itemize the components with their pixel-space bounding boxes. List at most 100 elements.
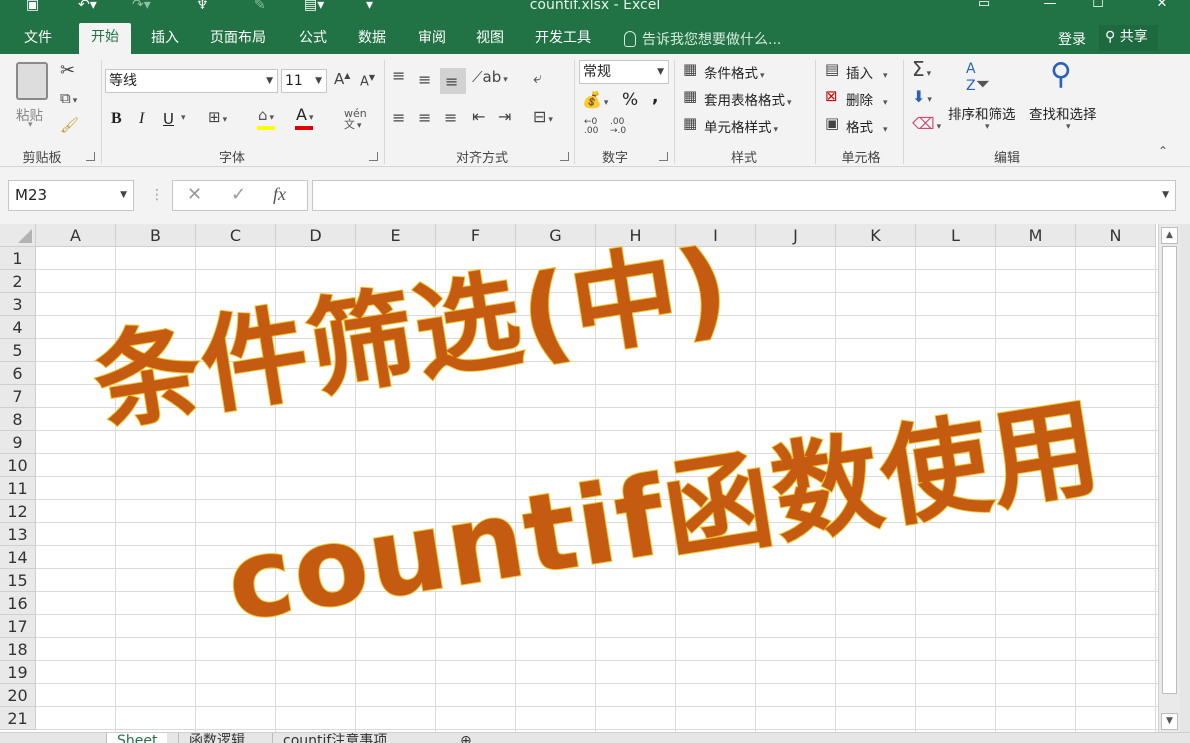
column-header-k[interactable]: K (836, 224, 916, 247)
insert-cells-icon[interactable]: ▤ (825, 62, 839, 77)
fill-icon[interactable]: ⬇ ▾ (912, 89, 932, 105)
sort-filter-button[interactable]: 排序和筛选 (948, 103, 1016, 123)
tab-data[interactable]: 数据 (346, 25, 398, 54)
row-header-6[interactable]: 6 (0, 362, 36, 385)
format-cells-button[interactable]: 格式 ▾ (846, 116, 888, 136)
orientation-icon[interactable]: ⟋ab ▾ (472, 70, 508, 85)
number-launcher-icon[interactable] (659, 152, 668, 161)
row-header-10[interactable]: 10 (0, 454, 36, 477)
tab-page-layout[interactable]: 页面布局 (198, 25, 278, 54)
number-format-select[interactable]: 常规 ▼ (579, 60, 669, 84)
align-right-icon[interactable]: ≡ (444, 110, 457, 126)
row-header-5[interactable]: 5 (0, 339, 36, 362)
sheet-tab-notes[interactable]: countif注意事项 (272, 733, 397, 743)
ribbon-display-icon[interactable]: ▭ (964, 0, 1004, 11)
row-header-9[interactable]: 9 (0, 431, 36, 454)
row-header-3[interactable]: 3 (0, 293, 36, 316)
select-all-button[interactable] (0, 224, 36, 247)
row-header-7[interactable]: 7 (0, 385, 36, 408)
tab-review[interactable]: 审阅 (406, 25, 458, 54)
decrease-font-icon[interactable]: A▼ (360, 74, 375, 89)
insert-cells-button[interactable]: 插入 ▾ (846, 62, 888, 82)
row-header-20[interactable]: 20 (0, 684, 36, 707)
row-header-11[interactable]: 11 (0, 477, 36, 500)
find-select-icon[interactable]: ⚲ (1050, 60, 1072, 90)
font-color-icon[interactable]: A ▾ (296, 107, 313, 123)
cell-styles-button[interactable]: 单元格样式 ▾ (704, 116, 778, 136)
find-select-button[interactable]: 查找和选择 (1029, 103, 1097, 123)
insert-function-icon[interactable]: fx (273, 184, 286, 205)
decrease-indent-icon[interactable]: ⇤ (472, 109, 485, 125)
row-header-16[interactable]: 16 (0, 592, 36, 615)
row-header-19[interactable]: 19 (0, 661, 36, 684)
collapse-ribbon-icon[interactable]: ⌃ (1158, 144, 1168, 158)
delete-cells-button[interactable]: 删除 ▾ (846, 89, 888, 109)
formula-input[interactable]: ▼ (312, 180, 1176, 211)
comma-button[interactable]: , (652, 87, 658, 107)
cell-styles-icon[interactable]: ▦ (683, 116, 697, 131)
maximize-icon[interactable]: ☐ (1078, 0, 1118, 11)
italic-button[interactable]: I (139, 110, 144, 128)
row-header-1[interactable]: 1 (0, 247, 36, 270)
format-as-table-icon[interactable]: ▦ (683, 89, 697, 104)
align-middle-icon[interactable]: ≡ (418, 72, 431, 88)
column-header-n[interactable]: N (1076, 224, 1156, 247)
clear-icon[interactable]: ⌫ ▾ (912, 116, 941, 132)
expand-formula-icon[interactable]: ▼ (1162, 190, 1169, 200)
row-header-21[interactable]: 21 (0, 707, 36, 730)
row-header-17[interactable]: 17 (0, 615, 36, 638)
decrease-decimal-icon[interactable]: .00 →.0 (610, 118, 626, 136)
sheet-tab-logic[interactable]: 函数逻辑 (178, 733, 255, 743)
clipboard-icon[interactable] (16, 62, 48, 100)
merge-center-icon[interactable]: ⊟ ▾ (533, 109, 553, 125)
format-as-table-button[interactable]: 套用表格格式 ▾ (704, 89, 792, 109)
clipboard-launcher-icon[interactable] (86, 152, 95, 161)
scroll-thumb[interactable] (1162, 246, 1177, 694)
copy-icon[interactable]: ⧉ ▾ (60, 91, 77, 106)
alignment-launcher-icon[interactable] (560, 152, 569, 161)
minimize-icon[interactable]: — (1030, 0, 1070, 11)
close-icon[interactable]: ✕ (1142, 0, 1182, 11)
conditional-format-button[interactable]: 条件格式 ▾ (704, 62, 765, 82)
font-name-select[interactable]: 等线 ▼ (105, 69, 278, 93)
increase-indent-icon[interactable]: ⇥ (498, 109, 511, 125)
tab-formulas[interactable]: 公式 (287, 25, 339, 54)
conditional-format-icon[interactable]: ▦ (683, 62, 697, 77)
wrap-text-icon[interactable]: ⤶ (533, 70, 542, 86)
format-cells-icon[interactable]: ▣ (825, 116, 839, 131)
column-header-c[interactable]: C (196, 224, 276, 247)
column-header-l[interactable]: L (916, 224, 996, 247)
row-header-4[interactable]: 4 (0, 316, 36, 339)
column-header-a[interactable]: A (36, 224, 116, 247)
column-header-m[interactable]: M (996, 224, 1076, 247)
row-header-13[interactable]: 13 (0, 523, 36, 546)
format-painter-icon[interactable]: 🖌 (60, 118, 79, 133)
fill-color-icon[interactable]: ⌂ ▾ (258, 108, 274, 123)
percent-button[interactable]: % (622, 90, 638, 110)
bold-button[interactable]: B (111, 110, 122, 128)
align-top-icon[interactable]: ≡ (392, 68, 405, 84)
sheet-tab-sheet[interactable]: Sheet (106, 733, 168, 743)
tab-home[interactable]: 开始 (79, 23, 131, 54)
row-header-2[interactable]: 2 (0, 270, 36, 293)
row-header-12[interactable]: 12 (0, 500, 36, 523)
delete-cells-icon[interactable]: ⊠ (825, 89, 838, 104)
column-header-e[interactable]: E (356, 224, 436, 247)
underline-dropdown-icon[interactable]: ▾ (181, 113, 186, 123)
row-header-14[interactable]: 14 (0, 546, 36, 569)
font-launcher-icon[interactable] (369, 152, 378, 161)
autosum-icon[interactable]: Σ ▾ (912, 59, 931, 79)
font-size-select[interactable]: 11 ▼ (281, 69, 327, 93)
underline-button[interactable]: U (163, 110, 174, 128)
login-link[interactable]: 登录 (1058, 29, 1086, 49)
enter-icon[interactable]: ✓ (231, 184, 246, 205)
scroll-up-icon[interactable]: ▲ (1161, 227, 1178, 244)
column-header-j[interactable]: J (756, 224, 836, 247)
tell-me-search[interactable]: 告诉我您想要做什么... (624, 29, 781, 49)
align-left-icon[interactable]: ≡ (392, 110, 405, 126)
sort-filter-icon[interactable]: A Z⏷ (966, 62, 990, 94)
align-bottom-icon[interactable]: ≡ (440, 68, 466, 94)
scroll-down-icon[interactable]: ▼ (1161, 713, 1178, 730)
increase-font-icon[interactable]: A▲ (334, 72, 350, 87)
row-header-18[interactable]: 18 (0, 638, 36, 661)
